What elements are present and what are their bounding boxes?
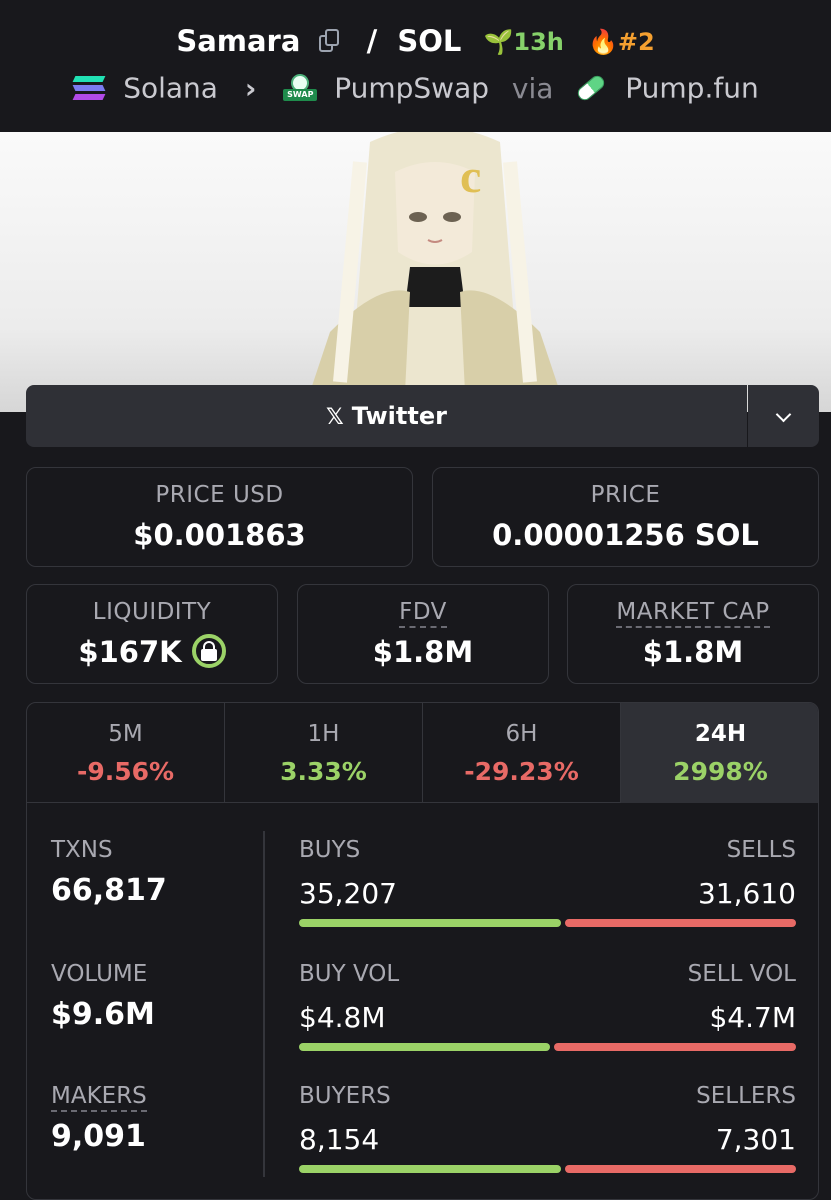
sellers-value: 7,301: [715, 1123, 796, 1156]
sells-label: SELLS: [726, 837, 796, 863]
makers-value: 9,091: [51, 1119, 146, 1154]
svg-text:c: c: [460, 150, 481, 203]
launchpad-link[interactable]: Pump.fun: [625, 72, 758, 105]
stats-divider: [263, 831, 265, 1177]
lock-icon[interactable]: [191, 634, 226, 668]
fdv-card: FDV $1.8M: [297, 584, 549, 684]
liquidity-value: $167K: [78, 635, 182, 669]
price-usd-card: PRICE USD $0.001863: [26, 467, 413, 567]
volume-stat: VOLUME $9.6M: [51, 961, 155, 1032]
seedling-icon: 🌱: [483, 27, 514, 56]
market-cap-label[interactable]: MARKET CAP: [616, 599, 770, 628]
market-cap-card: MARKET CAP $1.8M: [567, 584, 819, 684]
token-artwork: c: [310, 132, 560, 392]
flame-icon: 🔥: [587, 27, 618, 56]
stats-panel: 5M -9.56% 1H 3.33% 6H -29.23% 24H 2998% …: [26, 702, 819, 1200]
pumpswap-icon: SWAP: [283, 70, 318, 102]
market-cap-value: $1.8M: [642, 635, 744, 669]
sell-vol-ratio-bar: [554, 1043, 796, 1051]
sellers-label: SELLERS: [696, 1083, 796, 1109]
trending-rank-badge[interactable]: 🔥#2: [587, 27, 655, 56]
chevron-down-icon: [775, 406, 792, 423]
tab-label: 1H: [307, 721, 340, 747]
makers-label[interactable]: MAKERS: [51, 1083, 147, 1112]
price-change: -29.23%: [464, 757, 579, 786]
volume-label: VOLUME: [51, 961, 148, 987]
txns-value: 66,817: [51, 873, 167, 908]
tab-24h[interactable]: 24H 2998%: [621, 703, 818, 803]
sells-ratio-bar: [565, 919, 796, 927]
tab-label: 6H: [505, 721, 538, 747]
tab-label: 24H: [694, 721, 747, 747]
volume-value: $9.6M: [51, 997, 155, 1032]
price-change: -9.56%: [76, 757, 175, 786]
x-logo-icon: 𝕏: [326, 405, 344, 430]
tab-6h[interactable]: 6H -29.23%: [423, 703, 621, 803]
sell-vol-value: $4.7M: [709, 1001, 796, 1034]
buyers-value: 8,154: [299, 1123, 380, 1156]
copy-icon[interactable]: [318, 29, 341, 53]
sellers-ratio-bar: [565, 1165, 796, 1173]
quote-token: SOL: [397, 24, 462, 58]
token-name: Samara: [176, 24, 301, 58]
socials-dropdown-button[interactable]: [748, 385, 819, 447]
price-change: 3.33%: [280, 757, 367, 786]
via-label: via: [511, 71, 554, 105]
buyers-ratio-bar: [299, 1165, 561, 1173]
buy-vol-label: BUY VOL: [299, 961, 400, 987]
price-usd-value: $0.001863: [133, 518, 306, 552]
price-native-label: PRICE: [590, 482, 661, 508]
sells-value: 31,610: [698, 877, 796, 910]
fdv-value: $1.8M: [372, 635, 474, 669]
chevron-right-icon: ›: [244, 71, 257, 105]
liquidity-value-row: $167K: [27, 634, 277, 671]
makers-stat: MAKERS 9,091: [51, 1083, 147, 1154]
pair-separator: /: [366, 24, 378, 58]
dex-link[interactable]: PumpSwap: [334, 72, 489, 105]
liquidity-label: LIQUIDITY: [92, 599, 212, 625]
txns-stat: TXNS 66,817: [51, 837, 167, 908]
tab-label: 5M: [108, 721, 143, 747]
token-banner-image: c: [0, 132, 831, 412]
pair-header: Samara / SOL 🌱13h 🔥#2 Solana › SWAP Pump…: [0, 0, 831, 132]
buys-value: 35,207: [299, 877, 397, 910]
liquidity-card: LIQUIDITY $167K: [26, 584, 278, 684]
timeframe-tabs: 5M -9.56% 1H 3.33% 6H -29.23% 24H 2998%: [27, 703, 818, 803]
tab-1h[interactable]: 1H 3.33%: [225, 703, 423, 803]
twitter-button[interactable]: 𝕏 Twitter: [26, 385, 747, 447]
buys-ratio-bar: [299, 919, 561, 927]
fdv-label[interactable]: FDV: [399, 599, 447, 628]
pair-title-row: Samara / SOL 🌱13h 🔥#2: [0, 22, 831, 58]
breadcrumb: Solana › SWAP PumpSwap via Pump.fun: [0, 70, 831, 105]
pair-age-badge: 🌱13h: [483, 27, 564, 56]
chain-link[interactable]: Solana: [123, 72, 218, 105]
buyers-label: BUYERS: [299, 1083, 391, 1109]
pill-icon: [575, 72, 608, 104]
price-native-value: 0.00001256 SOL: [492, 518, 759, 552]
price-usd-label: PRICE USD: [155, 482, 284, 508]
buys-label: BUYS: [299, 837, 361, 863]
txns-label: TXNS: [51, 837, 113, 863]
twitter-label: Twitter: [351, 402, 447, 430]
price-native-card: PRICE 0.00001256 SOL: [432, 467, 819, 567]
solana-icon: [72, 75, 106, 101]
buy-vol-value: $4.8M: [299, 1001, 386, 1034]
tab-5m[interactable]: 5M -9.56%: [27, 703, 225, 803]
sell-vol-label: SELL VOL: [687, 961, 796, 987]
buy-vol-ratio-bar: [299, 1043, 550, 1051]
price-change: 2998%: [673, 757, 768, 786]
